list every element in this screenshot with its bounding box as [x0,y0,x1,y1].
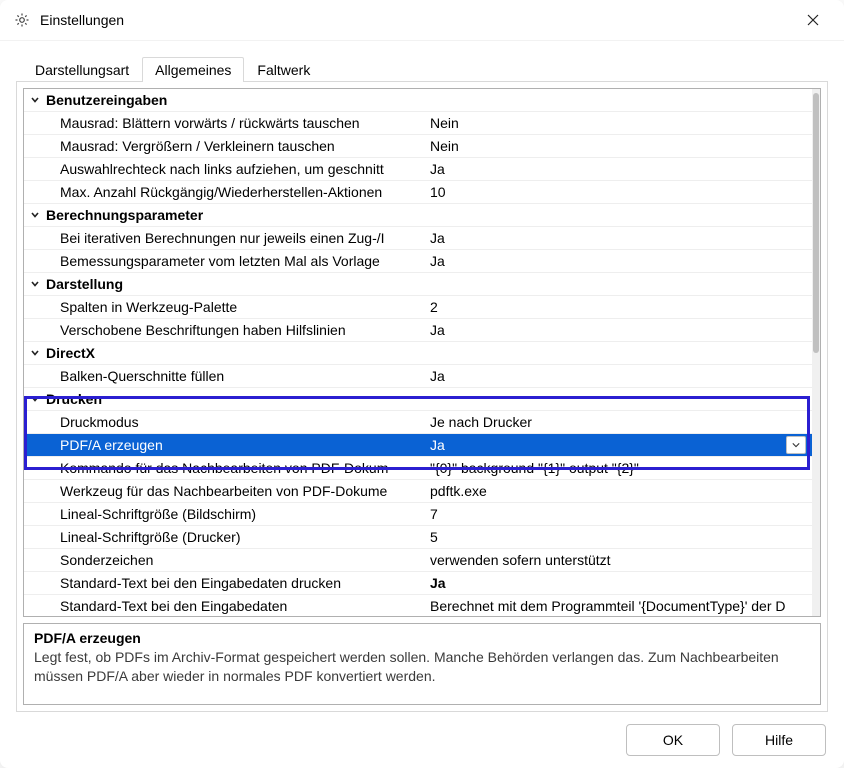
property-value[interactable]: verwenden sofern unterstützt [430,549,812,571]
property-label: Bei iterativen Berechnungen nur jeweils … [60,227,430,249]
property-label: Mausrad: Blättern vorwärts / rückwärts t… [60,112,430,134]
category-header[interactable]: DirectX [24,342,812,365]
gear-icon [14,12,30,28]
property-label: Auswahlrechteck nach links aufziehen, um… [60,158,430,180]
property-row[interactable]: Auswahlrechteck nach links aufziehen, um… [24,158,812,181]
chevron-down-icon [24,273,46,295]
category-label: DirectX [46,342,812,364]
property-row[interactable]: Max. Anzahl Rückgängig/Wiederherstellen-… [24,181,812,204]
category-header[interactable]: Benutzereingaben [24,89,812,112]
property-value[interactable]: Nein [430,112,812,134]
property-value[interactable]: Ja [430,319,812,341]
property-label: Lineal-Schriftgröße (Bildschirm) [60,503,430,525]
property-row[interactable]: PDF/A erzeugenJa [24,434,812,457]
property-label: Spalten in Werkzeug-Palette [60,296,430,318]
property-label: Druckmodus [60,411,430,433]
property-row[interactable]: Standard-Text bei den Eingabedaten druck… [24,572,812,595]
description-body: Legt fest, ob PDFs im Archiv-Format gesp… [34,648,810,686]
property-label: Standard-Text bei den Eingabedaten [60,595,430,616]
property-row[interactable]: Standard-Text bei den EingabedatenBerech… [24,595,812,616]
property-label: PDF/A erzeugen [60,434,430,456]
property-label: Werkzeug für das Nachbearbeiten von PDF-… [60,480,430,502]
property-label: Verschobene Beschriftungen haben Hilfsli… [60,319,430,341]
chevron-down-icon [24,89,46,111]
property-row[interactable]: Werkzeug für das Nachbearbeiten von PDF-… [24,480,812,503]
property-value[interactable]: Ja [430,434,786,456]
property-value[interactable]: Nein [430,135,812,157]
help-button[interactable]: Hilfe [732,724,826,756]
property-row[interactable]: Sonderzeichenverwenden sofern unterstütz… [24,549,812,572]
settings-dialog: Einstellungen Darstellungsart Allgemeine… [0,0,844,768]
property-row[interactable]: Mausrad: Blättern vorwärts / rückwärts t… [24,112,812,135]
property-row[interactable]: Verschobene Beschriftungen haben Hilfsli… [24,319,812,342]
property-value[interactable]: 5 [430,526,812,548]
tab-bar: Darstellungsart Allgemeines Faltwerk [16,51,828,82]
property-value[interactable]: Berechnet mit dem Programmteil '{Documen… [430,595,812,616]
tab-page: BenutzereingabenMausrad: Blättern vorwär… [16,82,828,712]
scrollbar-thumb[interactable] [813,93,819,353]
description-panel: PDF/A erzeugen Legt fest, ob PDFs im Arc… [23,623,821,705]
dialog-buttons: OK Hilfe [0,712,844,768]
property-label: Kommando für das Nachbearbeiten von PDF-… [60,457,430,479]
property-value[interactable]: Ja [430,250,812,272]
property-value[interactable]: 2 [430,296,812,318]
property-label: Max. Anzahl Rückgängig/Wiederherstellen-… [60,181,430,203]
description-title: PDF/A erzeugen [34,630,810,646]
dropdown-button[interactable] [786,436,806,454]
property-value[interactable]: 10 [430,181,812,203]
category-label: Berechnungsparameter [46,204,812,226]
property-row[interactable]: Balken-Querschnitte füllenJa [24,365,812,388]
property-label: Sonderzeichen [60,549,430,571]
property-label: Standard-Text bei den Eingabedaten druck… [60,572,430,594]
category-header[interactable]: Drucken [24,388,812,411]
chevron-down-icon [24,204,46,226]
property-row[interactable]: Mausrad: Vergrößern / Verkleinern tausch… [24,135,812,158]
property-grid[interactable]: BenutzereingabenMausrad: Blättern vorwär… [24,89,812,616]
category-label: Drucken [46,388,812,410]
category-label: Benutzereingaben [46,89,812,111]
chevron-down-icon [24,388,46,410]
property-row[interactable]: Kommando für das Nachbearbeiten von PDF-… [24,457,812,480]
category-header[interactable]: Darstellung [24,273,812,296]
property-row[interactable]: Bemessungsparameter vom letzten Mal als … [24,250,812,273]
property-label: Balken-Querschnitte füllen [60,365,430,387]
ok-button[interactable]: OK [626,724,720,756]
property-value[interactable]: "{0}" background "{1}" output "{2}" [430,457,812,479]
tab-allgemeines[interactable]: Allgemeines [142,57,244,82]
close-button[interactable] [790,0,836,40]
property-value[interactable]: Ja [430,158,812,180]
content-area: Darstellungsart Allgemeines Faltwerk Ben… [0,41,844,712]
property-row[interactable]: Spalten in Werkzeug-Palette2 [24,296,812,319]
property-value[interactable]: Je nach Drucker [430,411,812,433]
property-value[interactable]: Ja [430,365,812,387]
property-value[interactable]: 7 [430,503,812,525]
chevron-down-icon [24,342,46,364]
window-title: Einstellungen [38,12,790,28]
property-grid-wrap: BenutzereingabenMausrad: Blättern vorwär… [23,88,821,617]
tab-faltwerk[interactable]: Faltwerk [244,57,323,82]
property-row[interactable]: Lineal-Schriftgröße (Drucker)5 [24,526,812,549]
property-row[interactable]: Lineal-Schriftgröße (Bildschirm)7 [24,503,812,526]
category-header[interactable]: Berechnungsparameter [24,204,812,227]
property-value[interactable]: Ja [430,227,812,249]
property-row[interactable]: DruckmodusJe nach Drucker [24,411,812,434]
titlebar: Einstellungen [0,0,844,41]
property-value[interactable]: Ja [430,572,812,594]
vertical-scrollbar[interactable] [812,89,820,616]
property-label: Mausrad: Vergrößern / Verkleinern tausch… [60,135,430,157]
property-label: Lineal-Schriftgröße (Drucker) [60,526,430,548]
tab-darstellungsart[interactable]: Darstellungsart [22,57,142,82]
category-label: Darstellung [46,273,812,295]
property-value[interactable]: pdftk.exe [430,480,812,502]
property-label: Bemessungsparameter vom letzten Mal als … [60,250,430,272]
property-row[interactable]: Bei iterativen Berechnungen nur jeweils … [24,227,812,250]
